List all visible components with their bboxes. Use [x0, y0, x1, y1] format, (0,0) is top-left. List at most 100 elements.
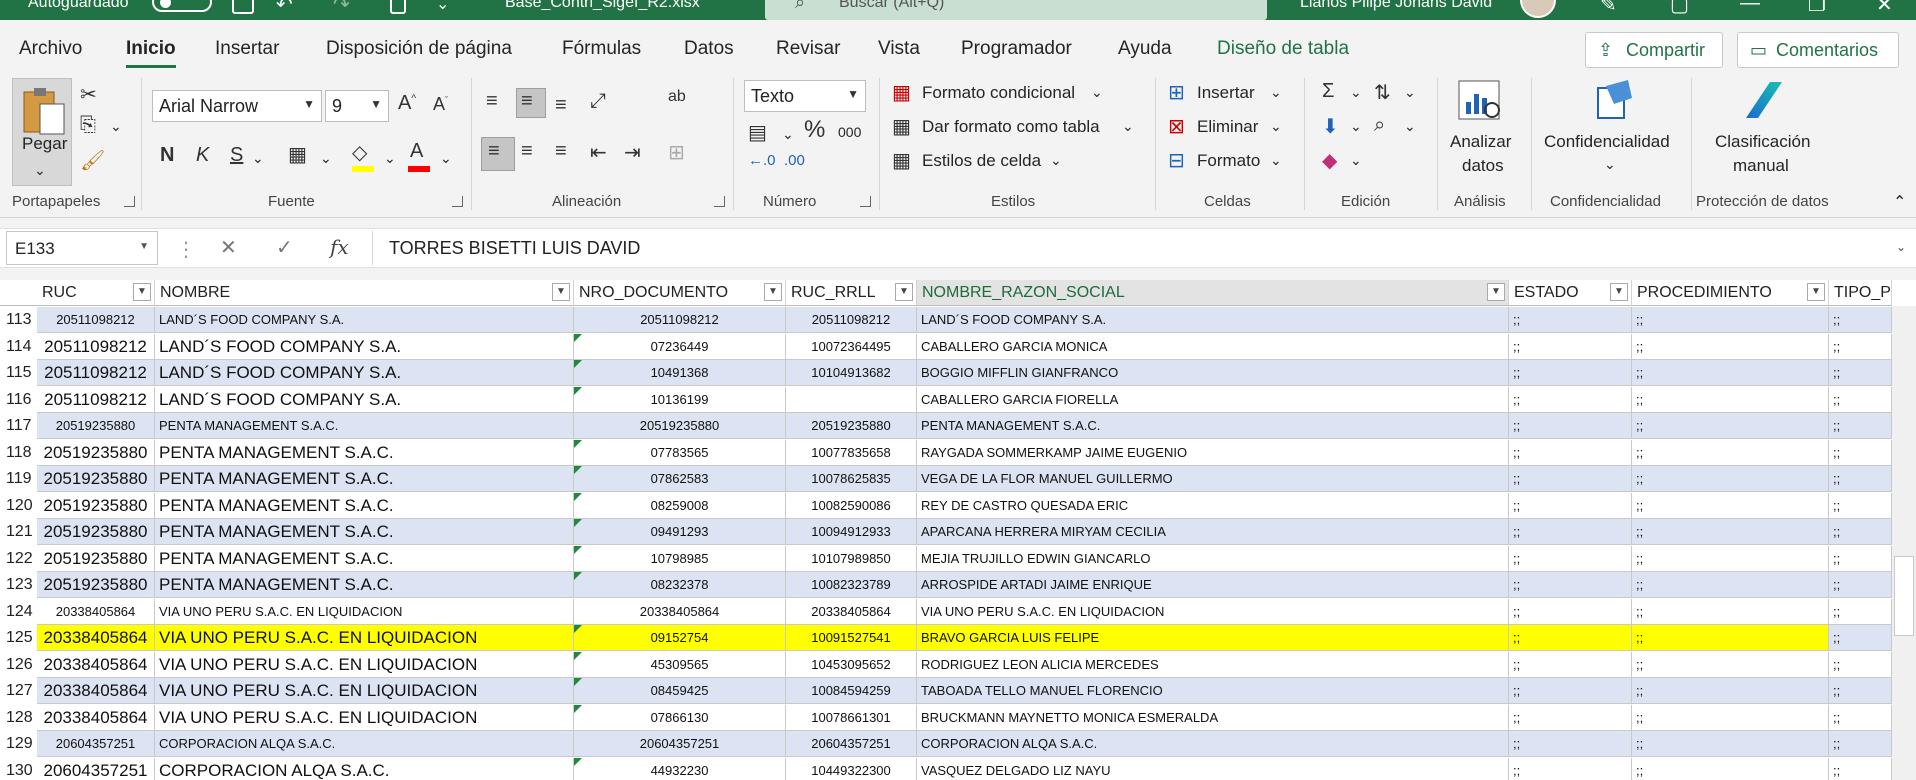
- cell-procedimiento[interactable]: ;;: [1632, 492, 1829, 519]
- save-icon[interactable]: [232, 0, 254, 14]
- cell-nro-documento[interactable]: 20519235880: [574, 413, 786, 439]
- cell-procedimiento[interactable]: ;;: [1632, 545, 1829, 572]
- cell-nombre[interactable]: PENTA MANAGEMENT S.A.C.: [155, 439, 574, 466]
- cell-procedimiento[interactable]: ;;: [1632, 572, 1829, 598]
- filter-dropdown-icon[interactable]: ▼: [1487, 283, 1505, 301]
- cell-nro-documento[interactable]: 07866130: [574, 704, 786, 731]
- decrease-decimal-icon[interactable]: .00: [784, 152, 805, 169]
- cell-tipo[interactable]: ;;: [1829, 466, 1892, 492]
- bold-button[interactable]: N: [160, 144, 174, 167]
- row-number[interactable]: 127: [0, 678, 37, 704]
- cell-nombre[interactable]: VIA UNO PERU S.A.C. EN LIQUIDACION: [155, 598, 574, 625]
- borders-icon[interactable]: ▦: [288, 142, 307, 167]
- cell-nro-documento[interactable]: 20604357251: [574, 731, 786, 757]
- cell-procedimiento[interactable]: ;;: [1632, 413, 1829, 439]
- cell-estado[interactable]: ;;: [1509, 598, 1632, 625]
- cell-procedimiento[interactable]: ;;: [1632, 333, 1829, 360]
- cell-ruc[interactable]: 20604357251: [37, 731, 155, 757]
- cell-nombre-razon-social[interactable]: APARCANA HERRERA MIRYAM CECILIA: [917, 519, 1509, 545]
- cell-ruc[interactable]: 20338405864: [37, 598, 155, 625]
- filter-dropdown-icon[interactable]: ▼: [133, 283, 151, 301]
- cell-nro-documento[interactable]: 10798985: [574, 545, 786, 572]
- cell-ruc-rrll[interactable]: 10453095652: [786, 651, 917, 678]
- cell-nombre-razon-social[interactable]: ARROSPIDE ARTADI JAIME ENRIQUE: [917, 572, 1509, 598]
- format-as-table-button[interactable]: Dar formato como tabla: [922, 117, 1100, 137]
- number-format-select[interactable]: Texto ▼: [744, 80, 866, 112]
- column-header-estado[interactable]: ESTADO ▼: [1509, 280, 1632, 306]
- cell-ruc[interactable]: 20519235880: [37, 519, 155, 545]
- cell-tipo[interactable]: ;;: [1829, 678, 1892, 704]
- clear-dropdown-icon[interactable]: ⌄: [1350, 152, 1362, 169]
- cell-procedimiento[interactable]: ;;: [1632, 307, 1829, 333]
- cell-nombre-razon-social[interactable]: CORPORACION ALQA S.A.C.: [917, 731, 1509, 757]
- cell-estado[interactable]: ;;: [1509, 757, 1632, 780]
- cell-ruc-rrll[interactable]: 10082590086: [786, 492, 917, 519]
- classification-line2[interactable]: manual: [1733, 156, 1789, 176]
- cell-ruc[interactable]: 20519235880: [37, 572, 155, 598]
- fill-dropdown-icon[interactable]: ⌄: [1350, 118, 1362, 135]
- cell-ruc[interactable]: 20511098212: [37, 360, 155, 386]
- cell-nombre[interactable]: VIA UNO PERU S.A.C. EN LIQUIDACION: [155, 625, 574, 651]
- cell-tipo[interactable]: ;;: [1829, 519, 1892, 545]
- cell-nombre[interactable]: CORPORACION ALQA S.A.C.: [155, 731, 574, 757]
- align-right-icon[interactable]: ≡: [555, 140, 567, 163]
- cell-ruc-rrll[interactable]: 20511098212: [786, 307, 917, 333]
- cell-ruc-rrll[interactable]: 20519235880: [786, 413, 917, 439]
- cell-nro-documento[interactable]: 45309565: [574, 651, 786, 678]
- insert-function-icon[interactable]: fx: [330, 235, 349, 259]
- merge-icon[interactable]: ⊞: [668, 140, 685, 165]
- column-header-ruc[interactable]: RUC ▼: [37, 280, 155, 306]
- cell-nombre[interactable]: LAND´S FOOD COMPANY S.A.: [155, 386, 574, 413]
- cell-estado[interactable]: ;;: [1509, 307, 1632, 333]
- cell-ruc-rrll[interactable]: 10082323789: [786, 572, 917, 598]
- cell-nombre[interactable]: PENTA MANAGEMENT S.A.C.: [155, 413, 574, 439]
- cell-nombre-razon-social[interactable]: BRUCKMANN MAYNETTO MONICA ESMERALDA: [917, 704, 1509, 731]
- cell-ruc-rrll[interactable]: [786, 386, 917, 413]
- cell-nombre-razon-social[interactable]: VASQUEZ DELGADO LIZ NAYU: [917, 757, 1509, 780]
- align-bottom-icon[interactable]: ≡: [555, 94, 567, 117]
- cell-ruc-rrll[interactable]: 10078625835: [786, 466, 917, 492]
- cell-estado[interactable]: ;;: [1509, 360, 1632, 386]
- cell-estado[interactable]: ;;: [1509, 731, 1632, 757]
- chevron-down-icon[interactable]: ⌄: [1122, 118, 1134, 135]
- cell-tipo[interactable]: ;;: [1829, 625, 1892, 651]
- cell-tipo[interactable]: ;;: [1829, 757, 1892, 780]
- fill-icon[interactable]: ⬇: [1322, 114, 1339, 139]
- thousands-button[interactable]: 000: [838, 124, 861, 140]
- expand-formula-icon[interactable]: ⌄: [1896, 240, 1906, 254]
- cell-estado[interactable]: ;;: [1509, 439, 1632, 466]
- document-icon[interactable]: [390, 0, 406, 14]
- percent-button[interactable]: %: [804, 116, 825, 144]
- fill-color-icon[interactable]: ◇: [352, 140, 367, 165]
- cell-nombre[interactable]: VIA UNO PERU S.A.C. EN LIQUIDACION: [155, 704, 574, 731]
- currency-icon[interactable]: ▤: [748, 120, 767, 145]
- cell-ruc[interactable]: 20519235880: [37, 413, 155, 439]
- tab-disposicion[interactable]: Disposición de página: [326, 38, 512, 60]
- cell-tipo[interactable]: ;;: [1829, 360, 1892, 386]
- find-icon[interactable]: ⌕: [1374, 114, 1385, 137]
- cell-ruc-rrll[interactable]: 10072364495: [786, 333, 917, 360]
- cell-nro-documento[interactable]: 09152754: [574, 625, 786, 651]
- cell-ruc[interactable]: 20338405864: [37, 678, 155, 704]
- number-launcher-icon[interactable]: [860, 196, 871, 207]
- chevron-down-icon[interactable]: ⌄: [1091, 84, 1103, 101]
- cell-nombre[interactable]: PENTA MANAGEMENT S.A.C.: [155, 492, 574, 519]
- cell-procedimiento[interactable]: ;;: [1632, 360, 1829, 386]
- font-color-icon[interactable]: A: [410, 140, 423, 163]
- row-number[interactable]: 119: [0, 466, 37, 492]
- find-dropdown-icon[interactable]: ⌄: [1404, 118, 1416, 135]
- cell-estado[interactable]: ;;: [1509, 704, 1632, 731]
- underline-button[interactable]: S: [230, 144, 243, 167]
- row-number[interactable]: 124: [0, 598, 37, 625]
- cell-estado[interactable]: ;;: [1509, 466, 1632, 492]
- tab-diseno-tabla[interactable]: Diseño de tabla: [1217, 38, 1349, 60]
- cell-estado[interactable]: ;;: [1509, 545, 1632, 572]
- row-number[interactable]: 120: [0, 492, 37, 519]
- cell-ruc-rrll[interactable]: 10091527541: [786, 625, 917, 651]
- font-name-select[interactable]: Arial Narrow ▼: [152, 90, 322, 122]
- search-box[interactable]: ⌕ Buscar (Alt+Q): [765, 0, 1267, 20]
- cell-procedimiento[interactable]: ;;: [1632, 598, 1829, 625]
- tab-insertar[interactable]: Insertar: [215, 38, 279, 60]
- close-icon[interactable]: ✕: [1876, 0, 1893, 17]
- cell-tipo[interactable]: ;;: [1829, 731, 1892, 757]
